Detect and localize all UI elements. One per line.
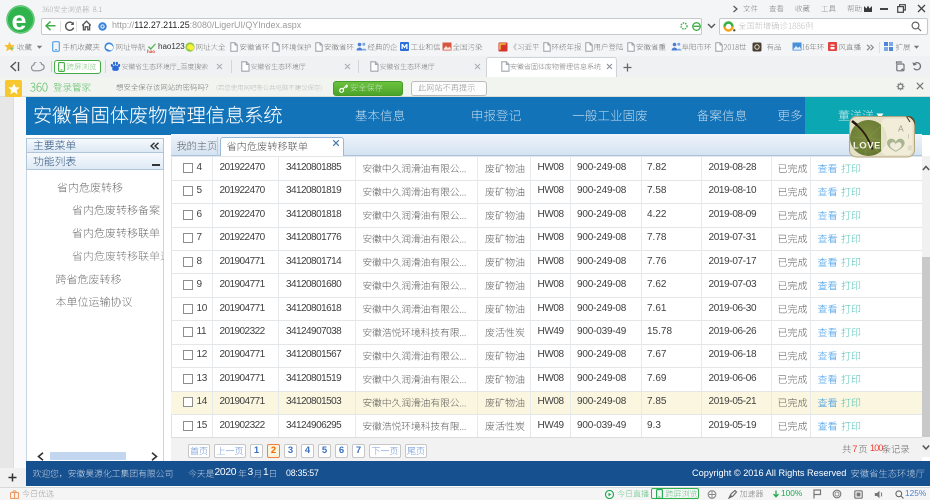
svg-text:e: e (12, 6, 27, 36)
svg-text:!: ! (907, 134, 909, 141)
svg-text:A: A (898, 124, 904, 134)
svg-text:LOVE: LOVE (853, 141, 881, 152)
